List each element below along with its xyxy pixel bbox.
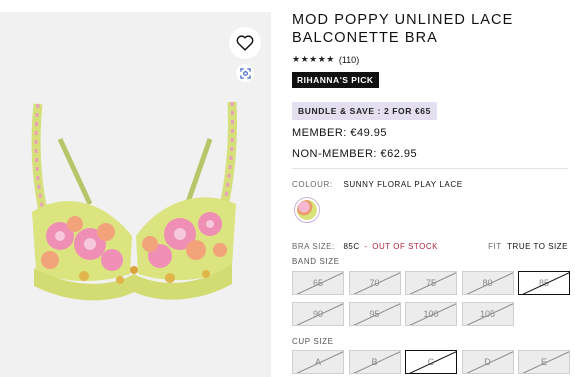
cup-size-option-label: B [371, 357, 378, 367]
product-photo [31, 101, 237, 301]
cup-size-options: A B C D E [292, 350, 570, 374]
rating-stars: ★★★★★ [292, 54, 335, 64]
swatch-image [297, 200, 317, 220]
band-size-option-label: 85 [538, 278, 549, 288]
band-size-option-80[interactable]: 80 [461, 271, 514, 295]
band-size-options: 65 70 75 80 85 90 95 100 105 [292, 271, 570, 326]
band-size-option-65[interactable]: 65 [292, 271, 344, 295]
band-size-option-105[interactable]: 105 [461, 302, 514, 326]
cup-size-option-b[interactable]: B [348, 350, 401, 374]
band-size-option-75[interactable]: 75 [405, 271, 457, 295]
review-count: (110) [338, 54, 360, 65]
band-size-option-label: 105 [479, 309, 496, 319]
band-size-option-label: 90 [312, 309, 323, 319]
fit-info[interactable]: FIT TRUE TO SIZE [488, 242, 568, 251]
colour-label: COLOUR: [292, 180, 333, 189]
cup-size-label: CUP SIZE [292, 337, 334, 346]
band-size-option-label: 95 [369, 309, 380, 319]
band-size-option-85[interactable]: 85 [518, 271, 570, 295]
cup-size-option-label: C [427, 357, 435, 367]
visual-search-icon [239, 67, 251, 79]
bra-size-summary: BRA SIZE: 85C - OUT OF STOCK [292, 242, 438, 251]
product-title: MOD POPPY UNLINED LACE BALCONETTE BRA [292, 12, 514, 46]
fit-label: FIT [488, 242, 502, 251]
cup-size-option-label: E [540, 357, 547, 367]
colour-value: SUNNY FLORAL PLAY LACE [343, 180, 463, 189]
colour-swatch-sunny-floral[interactable] [294, 197, 320, 223]
visual-search-button[interactable] [236, 64, 254, 82]
bra-size-label: BRA SIZE: [292, 242, 335, 251]
band-size-option-95[interactable]: 95 [348, 302, 401, 326]
size-separator: - [364, 242, 368, 251]
rihannas-pick-badge: RIHANNA'S PICK [292, 72, 379, 88]
rating-summary[interactable]: ★★★★★ (110) [292, 54, 359, 65]
cup-size-option-e[interactable]: E [518, 350, 570, 374]
band-size-label: BAND SIZE [292, 257, 340, 266]
fit-value: TRUE TO SIZE [507, 242, 568, 251]
product-image-panel[interactable] [0, 12, 271, 377]
band-size-option-label: 75 [425, 278, 436, 288]
divider [292, 168, 568, 169]
cup-size-option-d[interactable]: D [461, 350, 514, 374]
bra-size-row: BRA SIZE: 85C - OUT OF STOCK FIT TRUE TO… [292, 242, 568, 251]
cup-size-option-c[interactable]: C [405, 350, 457, 374]
cup-size-option-a[interactable]: A [292, 350, 344, 374]
colour-row: COLOUR: SUNNY FLORAL PLAY LACE [292, 180, 463, 189]
bra-size-selected: 85C [343, 242, 360, 251]
band-size-option-label: 70 [369, 278, 380, 288]
band-size-option-70[interactable]: 70 [348, 271, 401, 295]
band-size-option-90[interactable]: 90 [292, 302, 344, 326]
heart-icon [236, 35, 254, 51]
bundle-offer-badge[interactable]: BUNDLE & SAVE : 2 FOR €65 [292, 102, 437, 120]
band-size-option-100[interactable]: 100 [405, 302, 457, 326]
cup-size-option-label: D [484, 357, 491, 367]
band-size-option-label: 100 [423, 309, 439, 319]
band-size-option-label: 80 [482, 278, 493, 288]
cup-size-option-label: A [314, 357, 321, 367]
band-size-option-label: 65 [312, 278, 323, 288]
non-member-price: NON-MEMBER: €62.95 [292, 148, 418, 160]
wishlist-button[interactable] [229, 27, 261, 59]
member-price: MEMBER: €49.95 [292, 127, 388, 139]
stock-status: OUT OF STOCK [372, 242, 439, 251]
